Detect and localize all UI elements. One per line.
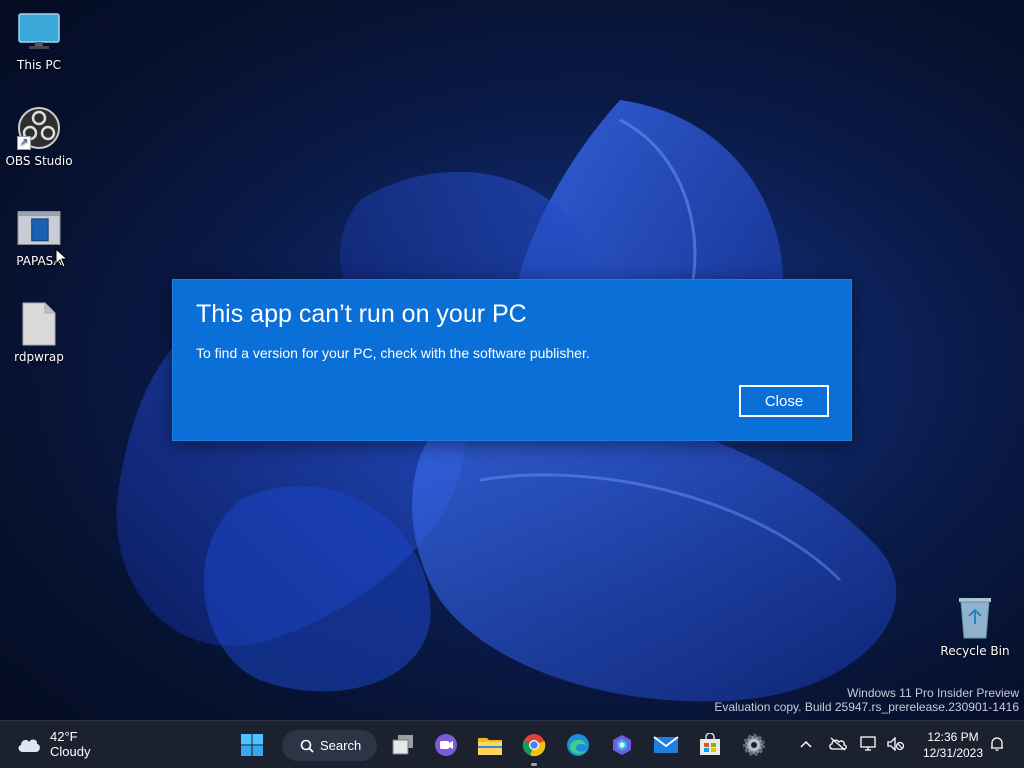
desktop-icon-label: This PC bbox=[17, 58, 61, 72]
store-button[interactable] bbox=[694, 729, 726, 761]
dialog-title: This app can’t run on your PC bbox=[196, 300, 527, 328]
teams-icon bbox=[435, 734, 457, 756]
monitor-network-icon bbox=[860, 736, 876, 751]
mouse-cursor-icon bbox=[55, 248, 69, 268]
chevron-up-icon bbox=[800, 740, 812, 748]
mail-button[interactable] bbox=[650, 729, 682, 761]
file-explorer-button[interactable] bbox=[474, 729, 506, 761]
watermark-edition: Windows 11 Pro Insider Preview bbox=[847, 686, 1019, 700]
watermark-build: Evaluation copy. Build 25947.rs_prerelea… bbox=[714, 700, 1019, 714]
onedrive-tray[interactable] bbox=[827, 733, 849, 755]
obs-icon: ↗ bbox=[17, 106, 61, 150]
settings-button[interactable] bbox=[738, 729, 770, 761]
shortcut-arrow-icon: ↗ bbox=[17, 136, 31, 150]
clock-time: 12:36 PM bbox=[927, 730, 979, 744]
taskbar: 42°F Cloudy Search 12:36 PM 12/31/2023 bbox=[0, 720, 1024, 768]
volume-tray[interactable] bbox=[885, 733, 907, 755]
speaker-muted-icon bbox=[887, 737, 905, 751]
monitor-icon bbox=[17, 10, 61, 54]
edge-icon bbox=[567, 734, 589, 756]
mail-icon bbox=[653, 736, 679, 753]
edge-button[interactable] bbox=[562, 729, 594, 761]
start-button[interactable] bbox=[236, 729, 268, 761]
weather-widget[interactable]: 42°F Cloudy bbox=[16, 729, 90, 759]
cloud-offline-icon bbox=[829, 737, 847, 751]
running-indicator bbox=[531, 763, 537, 766]
close-button[interactable]: Close bbox=[739, 385, 829, 417]
copilot-button[interactable] bbox=[606, 729, 638, 761]
recycle-bin-icon bbox=[953, 596, 997, 640]
application-icon bbox=[17, 206, 61, 250]
teams-button[interactable] bbox=[430, 729, 462, 761]
desktop-icon-this-pc[interactable]: This PC bbox=[1, 10, 77, 72]
desktop-icon-label: rdpwrap bbox=[14, 350, 64, 364]
copilot-icon bbox=[613, 735, 631, 755]
network-tray[interactable] bbox=[858, 733, 880, 755]
windows-start-icon bbox=[241, 734, 263, 756]
app-cant-run-dialog: This app can’t run on your PC To find a … bbox=[172, 279, 852, 441]
folder-icon bbox=[478, 738, 502, 755]
evaluation-watermark: Windows 11 Pro Insider Preview Evaluatio… bbox=[714, 686, 1019, 714]
show-hidden-icons-button[interactable] bbox=[795, 733, 817, 755]
desktop-icon-label: OBS Studio bbox=[5, 154, 73, 168]
search-icon bbox=[300, 739, 314, 753]
desktop-icon-label: Recycle Bin bbox=[940, 644, 1010, 658]
search-label: Search bbox=[320, 738, 362, 753]
settings-gear-icon bbox=[743, 734, 765, 756]
chrome-button[interactable] bbox=[518, 729, 550, 766]
bell-icon bbox=[991, 737, 1003, 751]
weather-temperature: 42°F bbox=[50, 729, 78, 744]
weather-condition: Cloudy bbox=[50, 744, 91, 759]
desktop-icon-obs-studio[interactable]: ↗ OBS Studio bbox=[1, 106, 77, 168]
store-icon bbox=[700, 733, 720, 755]
desktop-icon-recycle-bin[interactable]: Recycle Bin bbox=[937, 596, 1013, 658]
task-view-button[interactable] bbox=[387, 729, 419, 761]
taskbar-search[interactable]: Search bbox=[282, 730, 377, 761]
task-view-icon bbox=[392, 735, 413, 755]
taskbar-clock[interactable]: 12:36 PM 12/31/2023 bbox=[912, 729, 994, 761]
cloud-icon bbox=[18, 739, 40, 752]
chrome-icon bbox=[522, 734, 546, 757]
clock-date: 12/31/2023 bbox=[922, 746, 984, 760]
desktop-icon-rdpwrap[interactable]: rdpwrap bbox=[1, 302, 77, 364]
dialog-message: To find a version for your PC, check wit… bbox=[196, 345, 590, 361]
file-icon bbox=[17, 302, 61, 346]
notifications-button[interactable] bbox=[986, 733, 1008, 755]
